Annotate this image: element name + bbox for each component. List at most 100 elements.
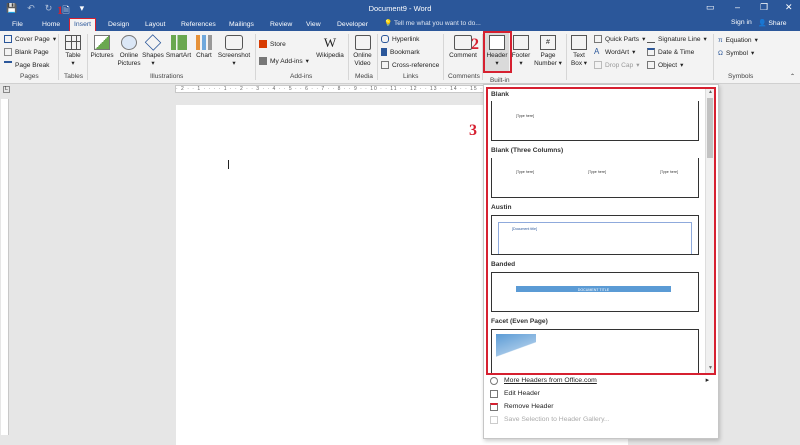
page-number-button[interactable]: # Page Number ▾ xyxy=(533,35,563,67)
hyperlink-button[interactable]: Hyperlink xyxy=(381,35,419,43)
cross-reference-icon xyxy=(381,61,389,69)
bookmark-button[interactable]: Bookmark xyxy=(381,48,420,56)
gallery-section-title: Blank (Three Columns) xyxy=(491,147,564,154)
close-icon[interactable]: ✕ xyxy=(785,2,793,13)
equation-button[interactable]: π Equation ▾ xyxy=(718,36,758,45)
online-video-button[interactable]: Online Video xyxy=(350,35,375,67)
chart-icon xyxy=(196,35,212,50)
scrollbar-thumb[interactable] xyxy=(707,98,713,158)
pictures-icon xyxy=(94,35,110,50)
screenshot-icon xyxy=(225,35,243,50)
header-option-banded[interactable]: DOCUMENT TITLE xyxy=(491,272,699,312)
screenshot-button[interactable]: Screenshot ▾ xyxy=(216,35,252,67)
footer-button[interactable]: Footer ▾ xyxy=(510,35,532,67)
group-separator xyxy=(443,34,444,80)
collapse-ribbon-icon[interactable]: ⌃ xyxy=(790,73,795,80)
group-label-symbols: Symbols xyxy=(728,73,754,80)
header-option-facet-even[interactable] xyxy=(491,329,699,373)
page-break-button[interactable]: Page Break xyxy=(4,61,49,69)
tab-view[interactable]: View xyxy=(302,19,325,31)
group-separator xyxy=(713,34,714,80)
tell-me-box[interactable]: 💡 Tell me what you want to do... xyxy=(384,19,481,27)
footer-icon xyxy=(513,35,529,50)
table-button[interactable]: Table ▾ xyxy=(62,35,84,67)
tab-file[interactable]: File xyxy=(8,19,27,31)
facet-graphic xyxy=(496,334,536,364)
table-icon xyxy=(65,35,81,50)
tab-mailings[interactable]: Mailings xyxy=(225,19,258,31)
group-label-addins: Add-ins xyxy=(290,73,313,80)
text-box-button[interactable]: Text Box ▾ xyxy=(568,35,590,67)
table-label: Table xyxy=(65,52,81,59)
hyperlink-label: Hyperlink xyxy=(392,35,420,43)
header-gallery: Blank [Type here] Blank (Three Columns) … xyxy=(486,87,716,375)
pictures-button[interactable]: Pictures xyxy=(89,35,115,60)
page-number-icon: # xyxy=(540,35,556,50)
tab-selector[interactable]: L xyxy=(3,86,10,93)
signature-line-label: Signature Line xyxy=(658,35,701,43)
more-headers-label: More Headers from Office.com xyxy=(504,377,597,384)
page-break-icon xyxy=(4,61,12,69)
date-time-button[interactable]: Date & Time xyxy=(647,48,694,56)
group-label-media: Media xyxy=(355,73,373,80)
quick-parts-button[interactable]: Quick Parts ▾ xyxy=(594,35,645,43)
tab-references[interactable]: References xyxy=(177,19,220,31)
text-box-icon xyxy=(571,35,587,50)
gallery-section-title: Blank xyxy=(491,91,509,98)
remove-header-menu-item[interactable]: Remove Header xyxy=(488,400,713,413)
step-3-marker: 3 xyxy=(469,122,477,139)
gallery-scrollbar[interactable]: ▲ ▼ xyxy=(705,89,714,373)
hyperlink-icon xyxy=(381,35,389,43)
remove-header-icon xyxy=(490,403,498,411)
header-option-austin[interactable]: [Document title] xyxy=(491,215,699,255)
ribbon-display-icon[interactable]: ▭ xyxy=(706,2,715,13)
minimize-icon[interactable]: – xyxy=(735,2,740,12)
cross-reference-button[interactable]: Cross-reference xyxy=(381,61,439,69)
header-dropdown-menu: Built-in Blank [Type here] Blank (Three … xyxy=(483,77,719,439)
share-button[interactable]: 👤 Share xyxy=(758,19,787,27)
shapes-button[interactable]: Shapes ▾ xyxy=(142,34,164,67)
chart-label: Chart xyxy=(196,52,212,59)
more-headers-menu-item[interactable]: More Headers from Office.com ▸ xyxy=(488,374,713,387)
smartart-button[interactable]: SmartArt xyxy=(165,35,192,60)
placeholder-text: [Type here] xyxy=(660,170,678,174)
my-addins-button[interactable]: My Add-ins ▾ xyxy=(259,57,309,65)
remove-header-label: Remove Header xyxy=(504,403,554,410)
gallery-section-title: Banded xyxy=(491,261,516,268)
cover-page-label: Cover Page xyxy=(15,35,50,43)
tab-design[interactable]: Design xyxy=(104,19,133,31)
symbol-button[interactable]: Ω Symbol ▾ xyxy=(718,49,754,58)
edit-header-label: Edit Header xyxy=(504,390,540,397)
cover-page-button[interactable]: Cover Page ▾ xyxy=(4,35,56,43)
vertical-ruler[interactable] xyxy=(1,99,9,435)
tab-insert[interactable]: Insert xyxy=(69,18,96,32)
header-option-blank-three-columns[interactable]: [Type here] [Type here] [Type here] xyxy=(491,158,699,198)
drop-cap-button[interactable]: Drop Cap ▾ xyxy=(594,61,640,69)
tab-home[interactable]: Home xyxy=(38,19,64,31)
placeholder-text: [Document title] xyxy=(512,227,537,231)
chart-button[interactable]: Chart xyxy=(194,35,214,60)
wordart-button[interactable]: A WordArt ▾ xyxy=(594,47,635,57)
sign-in-link[interactable]: Sign in xyxy=(731,19,752,26)
blank-page-button[interactable]: Blank Page xyxy=(4,48,49,56)
store-button[interactable]: Store xyxy=(259,40,286,48)
tab-developer[interactable]: Developer xyxy=(333,19,372,31)
title-bar: 💾 ↶ ↻ 🗎 ▾ Document9 - Word ▭ – ❐ ✕ xyxy=(0,0,800,17)
tab-layout[interactable]: Layout xyxy=(141,19,169,31)
edit-header-menu-item[interactable]: Edit Header xyxy=(488,387,713,400)
object-button[interactable]: Object ▾ xyxy=(647,61,683,69)
wordart-icon: A xyxy=(594,47,600,56)
signature-line-button[interactable]: Signature Line ▾ xyxy=(647,35,707,43)
tab-review[interactable]: Review xyxy=(266,19,296,31)
online-pictures-button[interactable]: Online Pictures xyxy=(116,35,142,67)
wikipedia-icon: W xyxy=(323,35,337,50)
pi-icon: π xyxy=(718,36,723,44)
save-selection-menu-item[interactable]: Save Selection to Header Gallery... xyxy=(488,413,713,426)
restore-icon[interactable]: ❐ xyxy=(760,2,768,13)
wikipedia-button[interactable]: W Wikipedia xyxy=(314,35,346,60)
scroll-up-icon[interactable]: ▲ xyxy=(706,89,714,97)
header-option-blank[interactable]: [Type here] xyxy=(491,101,699,141)
group-label-pages: Pages xyxy=(20,73,39,80)
scroll-down-icon[interactable]: ▼ xyxy=(706,365,714,373)
shapes-label: Shapes xyxy=(142,52,164,59)
